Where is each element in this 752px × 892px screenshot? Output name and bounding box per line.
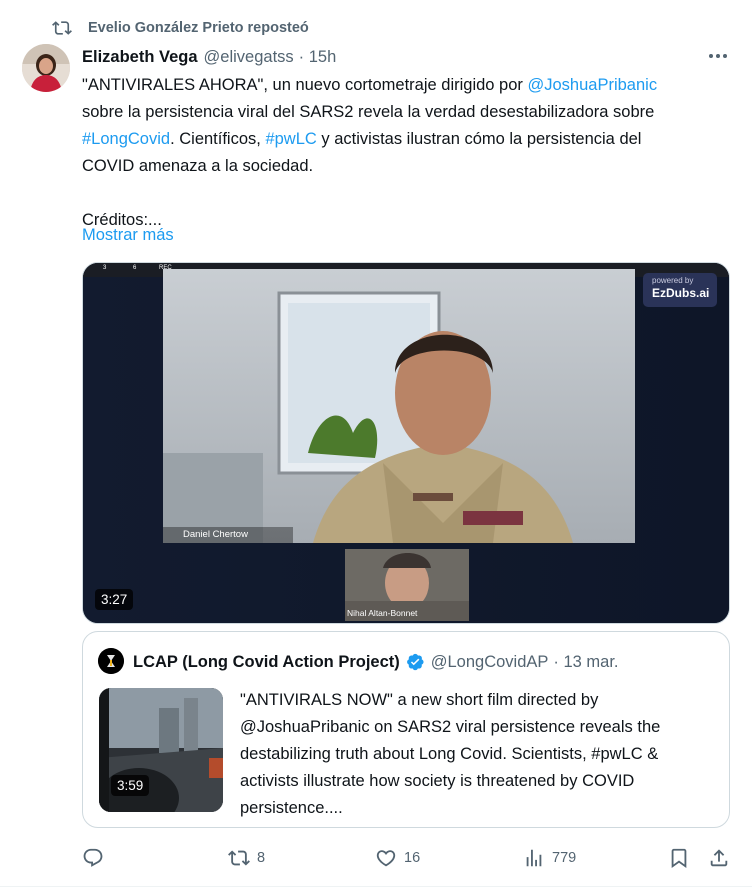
reply-button[interactable] <box>82 843 104 873</box>
hashtag-link[interactable]: #pwLC <box>265 130 316 148</box>
quoted-text-line: destabilizing truth about Long Covid. Sc… <box>240 745 659 763</box>
video-player[interactable]: powered by EzDubs.ai Daniel Chertow Niha… <box>82 262 730 624</box>
participant-label-small: Nihal Altan-Bonnet <box>347 608 418 618</box>
repost-count: 8 <box>257 850 266 866</box>
quoted-handle[interactable]: @LongCovidAP <box>431 653 549 672</box>
quoted-text-line: activists illustrate how society is thre… <box>240 772 635 790</box>
post-text-line: sobre la persistencia viral del SARS2 re… <box>82 103 655 121</box>
repost-action-icon <box>228 850 250 866</box>
analytics-icon <box>526 849 542 867</box>
quoted-avatar[interactable] <box>98 648 124 674</box>
like-count: 16 <box>404 850 421 866</box>
author-name[interactable]: Elizabeth Vega <box>82 48 198 67</box>
repost-button[interactable]: 8 <box>228 843 265 873</box>
quoted-video-duration: 3:59 <box>111 775 150 796</box>
post-text: "ANTIVIRALES AHORA", un nuevo cortometra… <box>82 72 732 234</box>
post-time[interactable]: · 15h <box>299 48 337 67</box>
reply-icon <box>83 848 103 867</box>
action-bar: 8 16 779 <box>82 843 732 873</box>
video-duration: 3:27 <box>95 589 134 610</box>
video-frame <box>83 263 729 623</box>
status-count: 6 <box>133 265 137 271</box>
repost-label[interactable]: Evelio González Prieto reposteó <box>88 20 309 36</box>
quoted-text: "ANTIVIRALS NOW" a new short film direct… <box>240 687 720 822</box>
post-text-line: "ANTIVIRALES AHORA", un nuevo cortometra… <box>82 76 528 94</box>
views-count: 779 <box>552 850 577 866</box>
mention-link[interactable]: @JoshuaPribanic <box>528 76 658 94</box>
quoted-author-name[interactable]: LCAP (Long Covid Action Project) <box>133 653 400 672</box>
post-text-fragment: y activistas ilustran cómo la persistenc… <box>316 130 642 148</box>
ezdubs-badge-brand: EzDubs.ai <box>652 286 710 300</box>
bookmark-icon <box>671 848 687 869</box>
participant-label-main: Daniel Chertow <box>183 529 248 540</box>
hashtag-link[interactable]: #LongCovid <box>82 130 170 148</box>
show-more-link[interactable]: Mostrar más <box>82 222 174 249</box>
quoted-text-line: persistence.... <box>240 799 343 817</box>
quoted-time[interactable]: · 13 mar. <box>553 653 618 672</box>
avatar[interactable] <box>22 44 70 92</box>
post-text-line: COVID amenaza a la sociedad. <box>82 157 314 175</box>
like-button[interactable]: 16 <box>375 843 420 873</box>
more-options-icon[interactable] <box>706 46 730 66</box>
quoted-text-line: @JoshuaPribanic on SARS2 viral persisten… <box>240 718 661 736</box>
heart-icon <box>376 850 396 867</box>
author-handle[interactable]: @elivegatss <box>204 48 294 67</box>
tweet[interactable]: Evelio González Prieto reposteó Elizabet… <box>0 0 752 892</box>
post-text-fragment: . Científicos, <box>170 130 266 148</box>
tweet-header: Elizabeth Vega @elivegatss · 15h <box>82 46 336 68</box>
views-button[interactable]: 779 <box>523 843 576 873</box>
rec-indicator: REC <box>159 265 172 271</box>
quoted-header: LCAP (Long Covid Action Project) @LongCo… <box>133 651 619 673</box>
ezdubs-badge-top: powered by <box>652 276 694 285</box>
quoted-text-line: "ANTIVIRALS NOW" a new short film direct… <box>240 691 599 709</box>
bookmark-button[interactable] <box>668 843 690 873</box>
post-text-line: Créditos:... <box>82 211 162 229</box>
share-button[interactable] <box>708 843 730 873</box>
repost-icon <box>52 21 72 35</box>
share-icon <box>710 849 728 867</box>
verified-badge-icon <box>406 653 424 671</box>
status-count: 3 <box>103 265 107 271</box>
divider <box>0 886 752 887</box>
